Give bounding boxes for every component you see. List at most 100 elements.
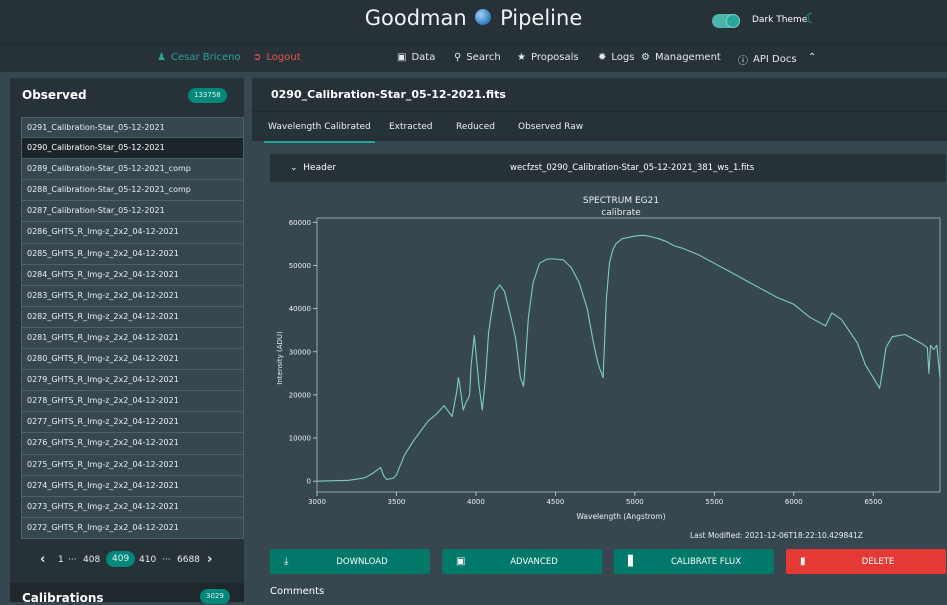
dark-theme-label: Dark Theme: [752, 15, 808, 25]
page-next[interactable]: 410: [139, 555, 156, 565]
x-tick-label: 3000: [308, 498, 326, 506]
list-item[interactable]: 0278_GHTS_R_Img-z_2x2_04-12-2021: [21, 391, 244, 413]
list-item[interactable]: 0280_GHTS_R_Img-z_2x2_04-12-2021: [21, 349, 244, 371]
advanced-label: ADVANCED: [510, 556, 558, 567]
y-tick-label: 50000: [289, 262, 311, 270]
app-title-left: Goodman: [364, 6, 467, 30]
collapse-nav-button[interactable]: ⌃: [808, 52, 816, 63]
list-item[interactable]: 0285_GHTS_R_Img-z_2x2_04-12-2021: [21, 243, 244, 265]
calibrate-flux-button[interactable]: ▋ CALIBRATE FLUX: [614, 549, 774, 574]
next-page-chevron-icon[interactable]: ›: [207, 552, 212, 567]
search-icon: ⚲: [454, 52, 462, 63]
list-item[interactable]: 0284_GHTS_R_Img-z_2x2_04-12-2021: [21, 264, 244, 286]
list-item[interactable]: 0281_GHTS_R_Img-z_2x2_04-12-2021: [21, 327, 244, 350]
tab-observed-raw[interactable]: Observed Raw: [518, 122, 583, 132]
x-axis-label: Wavelength (Angstrom): [576, 512, 665, 521]
page-ellipsis[interactable]: ···: [162, 555, 171, 565]
y-axis-label: Intensity (ADU): [276, 331, 284, 385]
x-tick-label: 3500: [388, 498, 406, 506]
list-item[interactable]: 0274_GHTS_R_Img-z_2x2_04-12-2021: [21, 475, 244, 497]
nav-data-label: Data: [411, 52, 436, 63]
nav-proposals-label: Proposals: [530, 52, 579, 63]
chevron-up-icon: ⌃: [808, 52, 817, 63]
user-icon: ♟: [157, 52, 166, 63]
observed-list: 0291_Calibration-Star_05-12-2021 0290_Ca…: [21, 117, 244, 539]
x-tick-label: 5000: [626, 498, 644, 506]
download-button[interactable]: ⤓ DOWNLOAD: [270, 549, 430, 574]
y-tick-label: 40000: [289, 305, 311, 313]
calibrate-flux-label: CALIBRATE FLUX: [670, 556, 742, 567]
nav-api-docs-label: API Docs: [753, 54, 797, 65]
tab-wavelength-calibrated[interactable]: Wavelength Calibrated: [264, 122, 375, 143]
page-current[interactable]: 409: [106, 551, 136, 567]
nav-bar: ♟ Cesar Briceno ➲ Logout ▣ Data ⚲ Search…: [0, 44, 947, 72]
x-tick-label: 4500: [546, 498, 564, 506]
list-item[interactable]: 0272_GHTS_R_Img-z_2x2_04-12-2021: [21, 517, 244, 539]
nav-search[interactable]: ⚲ Search: [454, 52, 501, 63]
prev-page-chevron-icon[interactable]: ‹: [40, 552, 45, 567]
gear-icon: ⚙: [641, 52, 650, 63]
list-item[interactable]: 0277_GHTS_R_Img-z_2x2_04-12-2021: [21, 412, 244, 434]
list-item[interactable]: 0288_Calibration-Star_05-12-2021_comp: [21, 180, 244, 202]
chart-subtitle: calibrate: [601, 208, 641, 218]
logout-link[interactable]: ➲ Logout: [253, 52, 301, 63]
delete-label: DELETE: [861, 556, 895, 567]
user-name: Cesar Briceno: [170, 52, 241, 63]
list-item[interactable]: 0275_GHTS_R_Img-z_2x2_04-12-2021: [21, 454, 244, 476]
header-toggle[interactable]: ⌄ Header: [290, 163, 336, 173]
spectrum-chart[interactable]: SPECTRUM EG21 calibrate Wavelength (Angs…: [270, 190, 947, 530]
list-item[interactable]: 0279_GHTS_R_Img-z_2x2_04-12-2021: [21, 370, 244, 392]
list-item[interactable]: 0273_GHTS_R_Img-z_2x2_04-12-2021: [21, 496, 244, 518]
nav-search-label: Search: [466, 52, 501, 63]
pagination: ‹ 1 ··· 408 409 410 ··· 6688 ›: [10, 551, 244, 571]
list-item[interactable]: 0287_Calibration-Star_05-12-2021: [21, 201, 244, 223]
nav-api-docs[interactable]: ⓘ API Docs: [738, 52, 797, 67]
app-title-right: Pipeline: [500, 6, 583, 30]
dark-theme-toggle[interactable]: [712, 14, 740, 28]
list-item[interactable]: 0286_GHTS_R_Img-z_2x2_04-12-2021: [21, 222, 244, 244]
tab-reduced[interactable]: Reduced: [456, 122, 495, 132]
advanced-button[interactable]: ▣ ADVANCED: [442, 549, 602, 574]
page-prev[interactable]: 408: [83, 555, 100, 565]
plot-frame: [316, 217, 941, 493]
list-item-selected[interactable]: 0290_Calibration-Star_05-12-2021: [21, 138, 244, 160]
list-item[interactable]: 0276_GHTS_R_Img-z_2x2_04-12-2021: [21, 433, 244, 455]
logout-label: Logout: [266, 52, 301, 63]
nav-management[interactable]: ⚙ Management: [641, 52, 721, 63]
list-item[interactable]: 0289_Calibration-Star_05-12-2021_comp: [21, 159, 244, 181]
y-tick-label: 20000: [289, 391, 311, 399]
list-item[interactable]: 0283_GHTS_R_Img-z_2x2_04-12-2021: [21, 285, 244, 307]
nav-logs-label: Logs: [611, 52, 635, 63]
data-icon: ▣: [397, 52, 407, 63]
page-first[interactable]: 1: [58, 555, 64, 565]
calibrations-title: Calibrations: [22, 591, 104, 605]
calibrations-header[interactable]: Calibrations 3029: [10, 583, 244, 605]
y-tick-label: 30000: [289, 348, 311, 356]
tab-extracted[interactable]: Extracted: [389, 122, 432, 132]
header-toggle-label: Header: [303, 163, 337, 173]
observed-header: Observed 133758: [10, 78, 244, 111]
nav-proposals[interactable]: ★ Proposals: [517, 52, 579, 63]
chart-title: SPECTRUM EG21: [583, 196, 659, 206]
chevron-down-icon: ⌄: [290, 163, 298, 173]
globe-icon: [475, 9, 492, 25]
file-header: 0290_Calibration-Star_05-12-2021.fits: [252, 78, 947, 111]
last-modified: Last Modified: 2021-12-06T18:22:10.42984…: [690, 531, 863, 540]
page-title: 0290_Calibration-Star_05-12-2021.fits: [271, 88, 506, 101]
nav-data[interactable]: ▣ Data: [397, 52, 435, 63]
list-item[interactable]: 0282_GHTS_R_Img-z_2x2_04-12-2021: [21, 306, 244, 328]
data-tabs: Wavelength Calibrated Extracted Reduced …: [252, 111, 947, 143]
page-ellipsis[interactable]: ···: [68, 555, 77, 565]
download-label: DOWNLOAD: [336, 556, 388, 567]
nav-logs[interactable]: ✹ Logs: [598, 52, 634, 63]
x-tick-label: 5500: [705, 498, 723, 506]
delete-button[interactable]: ▮ DELETE: [786, 549, 946, 574]
header-panel[interactable]: ⌄ Header wecfzst_0290_Calibration-Star_0…: [270, 154, 946, 182]
user-link[interactable]: ♟ Cesar Briceno: [157, 52, 241, 63]
x-tick-label: 6000: [785, 498, 803, 506]
star-icon: ★: [517, 52, 526, 63]
spectrum-chart-svg: SPECTRUM EG21 calibrate Wavelength (Angs…: [276, 196, 941, 521]
page-last[interactable]: 6688: [177, 555, 200, 565]
observed-title: Observed: [22, 88, 87, 102]
list-item[interactable]: 0291_Calibration-Star_05-12-2021: [21, 117, 244, 139]
